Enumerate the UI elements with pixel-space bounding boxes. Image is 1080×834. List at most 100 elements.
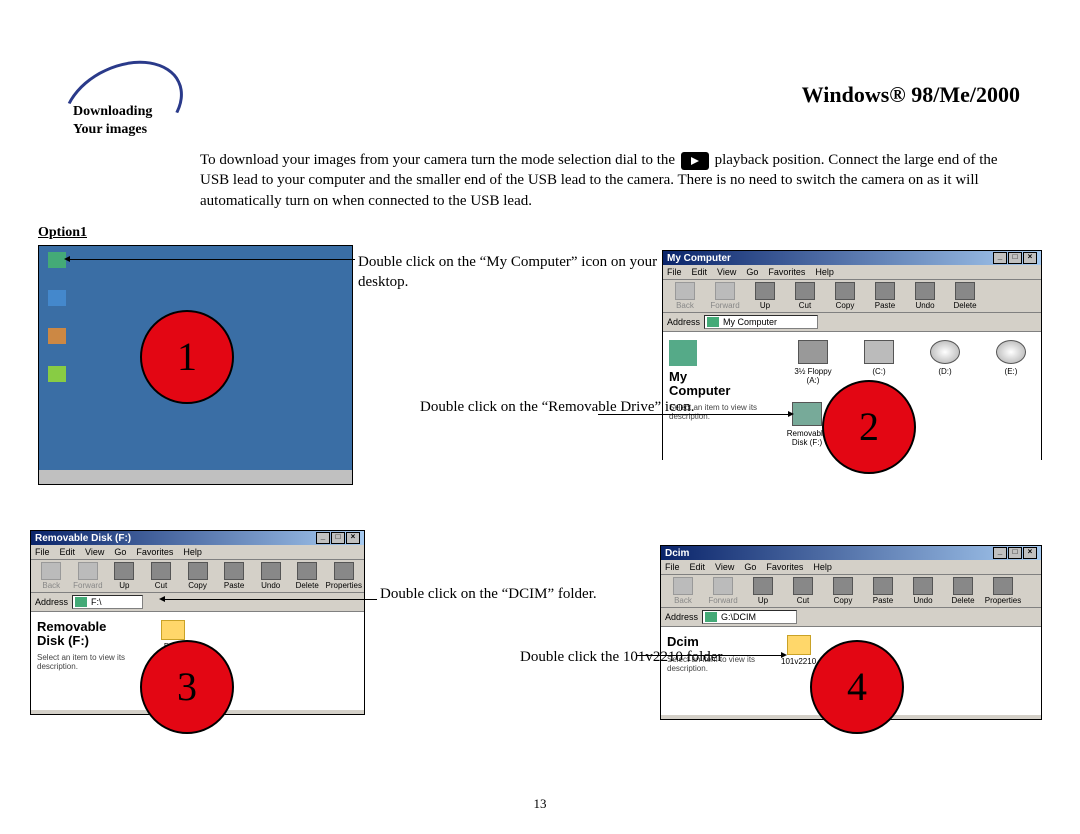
- left-pane: Dcim Select an item to view its descript…: [661, 627, 783, 715]
- toolbar-button-back[interactable]: Back: [663, 577, 703, 605]
- toolbar-button-back[interactable]: Back: [33, 562, 70, 590]
- menu-item[interactable]: View: [85, 547, 104, 557]
- toolbar-button-cut[interactable]: Cut: [785, 282, 825, 310]
- minimize-button[interactable]: _: [993, 547, 1007, 559]
- folder-icon: [161, 620, 185, 640]
- toolbar-button-properties[interactable]: Properties: [983, 577, 1023, 605]
- toolbar-button-undo[interactable]: Undo: [252, 562, 289, 590]
- toolbar-button-up[interactable]: Up: [745, 282, 785, 310]
- window-sys-buttons: _ □ ×: [316, 532, 360, 544]
- menu-item[interactable]: Go: [746, 267, 758, 277]
- toolbar-button-undo[interactable]: Undo: [905, 282, 945, 310]
- menu-item[interactable]: Go: [114, 547, 126, 557]
- menu-item[interactable]: Edit: [690, 562, 706, 572]
- drive-item[interactable]: (C:): [855, 340, 903, 376]
- toolbar-button-delete[interactable]: Delete: [943, 577, 983, 605]
- toolbar-button-cut[interactable]: Cut: [143, 562, 180, 590]
- removable-disk-icon: [792, 402, 822, 426]
- menu-item[interactable]: Favorites: [768, 267, 805, 277]
- toolbar-button-copy[interactable]: Copy: [179, 562, 216, 590]
- desktop-icon[interactable]: [47, 328, 67, 356]
- close-button[interactable]: ×: [1023, 547, 1037, 559]
- forward-icon: [78, 562, 98, 580]
- toolbar-button-forward[interactable]: Forward: [705, 282, 745, 310]
- toolbar-label: Copy: [179, 582, 216, 590]
- drive-item[interactable]: 3½ Floppy (A:): [789, 340, 837, 385]
- menu-item[interactable]: Help: [183, 547, 202, 557]
- menu-item[interactable]: Go: [744, 562, 756, 572]
- toolbar-button-properties[interactable]: Properties: [326, 562, 363, 590]
- drive-item[interactable]: (E:): [987, 340, 1035, 376]
- menu-item[interactable]: File: [35, 547, 50, 557]
- arrow-3: [165, 599, 377, 600]
- toolbar-button-up[interactable]: Up: [743, 577, 783, 605]
- desktop-icon[interactable]: [47, 290, 67, 318]
- menu-bar: File Edit View Go Favorites Help: [663, 265, 1041, 280]
- menu-item[interactable]: Edit: [692, 267, 708, 277]
- toolbar-button-forward[interactable]: Forward: [70, 562, 107, 590]
- drive-item[interactable]: (D:): [921, 340, 969, 376]
- minimize-button[interactable]: _: [316, 532, 330, 544]
- step-circle-3: 3: [140, 640, 234, 734]
- paste-icon: [873, 577, 893, 595]
- address-bar: Address F:\: [31, 593, 364, 612]
- address-label: Address: [35, 597, 68, 607]
- toolbar-button-back[interactable]: Back: [665, 282, 705, 310]
- taskbar[interactable]: [39, 470, 352, 484]
- address-field[interactable]: G:\DCIM: [702, 610, 797, 624]
- menu-item[interactable]: Favorites: [766, 562, 803, 572]
- menu-item[interactable]: View: [715, 562, 734, 572]
- toolbar-label: Undo: [903, 597, 943, 605]
- menu-bar: File Edit View Go Favorites Help: [661, 560, 1041, 575]
- menu-item[interactable]: File: [667, 267, 682, 277]
- address-label: Address: [665, 612, 698, 622]
- maximize-button[interactable]: □: [1008, 252, 1022, 264]
- close-button[interactable]: ×: [346, 532, 360, 544]
- menu-item[interactable]: Favorites: [136, 547, 173, 557]
- toolbar-button-undo[interactable]: Undo: [903, 577, 943, 605]
- maximize-button[interactable]: □: [1008, 547, 1022, 559]
- toolbar-button-up[interactable]: Up: [106, 562, 143, 590]
- delete-icon: [955, 282, 975, 300]
- minimize-button[interactable]: _: [993, 252, 1007, 264]
- toolbar-button-paste[interactable]: Paste: [216, 562, 253, 590]
- menu-item[interactable]: File: [665, 562, 680, 572]
- window-sys-buttons: _ □ ×: [993, 252, 1037, 264]
- address-field[interactable]: F:\: [72, 595, 143, 609]
- toolbar-button-paste[interactable]: Paste: [865, 282, 905, 310]
- menu-item[interactable]: View: [717, 267, 736, 277]
- step-circle-2: 2: [822, 380, 916, 474]
- window-title: My Computer: [667, 253, 731, 264]
- toolbar-button-copy[interactable]: Copy: [823, 577, 863, 605]
- toolbar-button-delete[interactable]: Delete: [289, 562, 326, 590]
- pane-icon: [669, 340, 697, 366]
- paste-icon: [875, 282, 895, 300]
- menu-item[interactable]: Help: [815, 267, 834, 277]
- desktop-icon[interactable]: [47, 366, 67, 394]
- toolbar-button-copy[interactable]: Copy: [825, 282, 865, 310]
- toolbar-label: Copy: [825, 302, 865, 310]
- copy-icon: [833, 577, 853, 595]
- address-field[interactable]: My Computer: [704, 315, 818, 329]
- cut-icon: [793, 577, 813, 595]
- toolbar-label: Copy: [823, 597, 863, 605]
- close-button[interactable]: ×: [1023, 252, 1037, 264]
- toolbar-label: Cut: [783, 597, 823, 605]
- toolbar-label: Paste: [863, 597, 903, 605]
- properties-icon: [334, 562, 354, 580]
- toolbar-button-forward[interactable]: Forward: [703, 577, 743, 605]
- up-icon: [114, 562, 134, 580]
- folder-101v2210[interactable]: 101v2210: [781, 635, 816, 666]
- pane-title: Dcim: [667, 635, 777, 649]
- toolbar-button-paste[interactable]: Paste: [863, 577, 903, 605]
- menu-item[interactable]: Help: [813, 562, 832, 572]
- menu-item[interactable]: Edit: [60, 547, 76, 557]
- delete-icon: [297, 562, 317, 580]
- maximize-button[interactable]: □: [331, 532, 345, 544]
- window-title: Removable Disk (F:): [35, 533, 131, 544]
- forward-icon: [715, 282, 735, 300]
- drive-icon: [996, 340, 1026, 364]
- toolbar-button-cut[interactable]: Cut: [783, 577, 823, 605]
- drive-label: (C:): [855, 367, 903, 376]
- toolbar-button-delete[interactable]: Delete: [945, 282, 985, 310]
